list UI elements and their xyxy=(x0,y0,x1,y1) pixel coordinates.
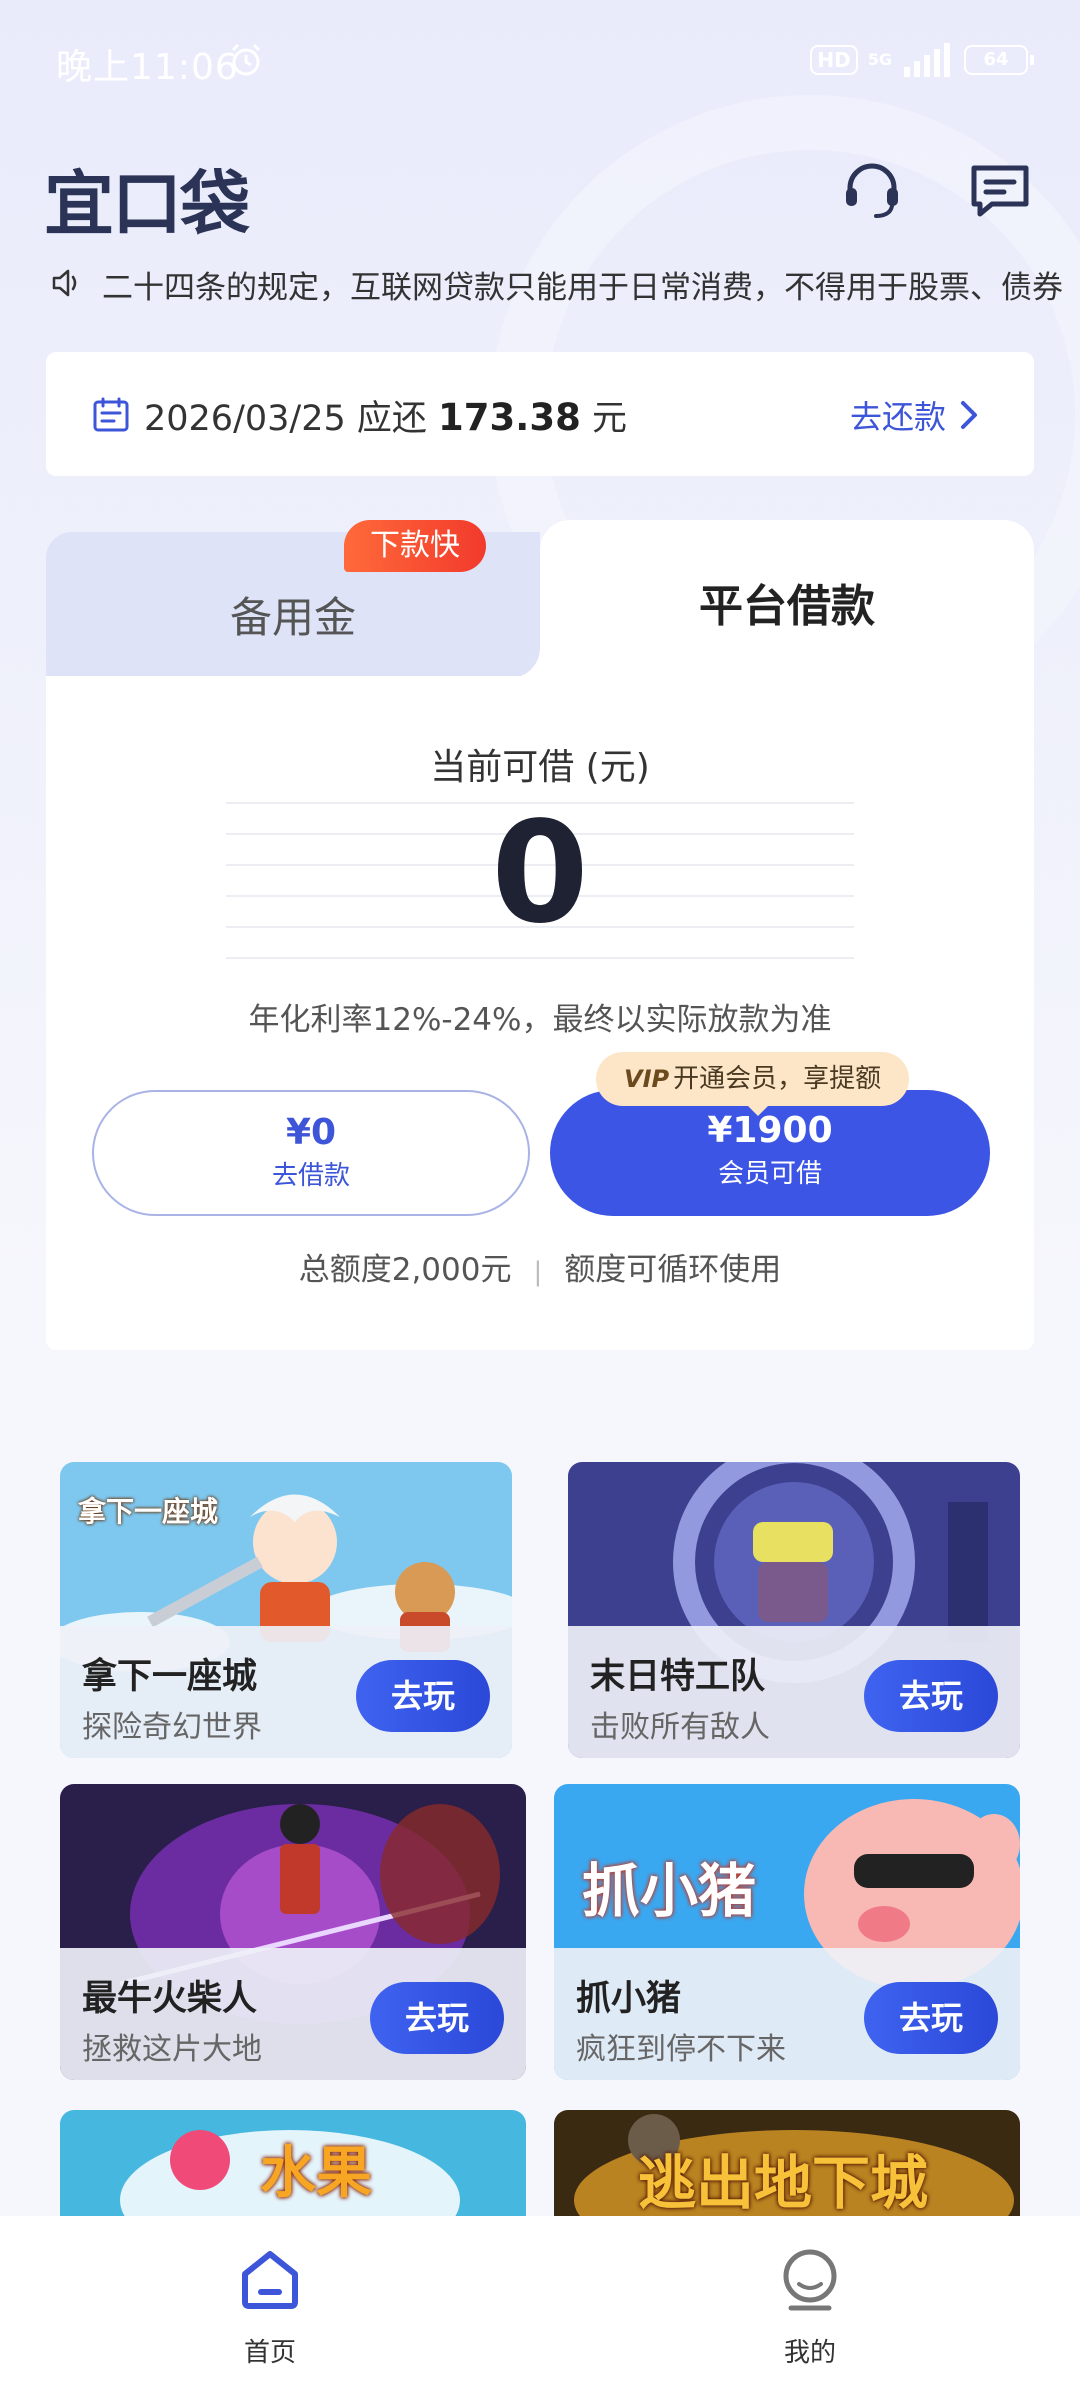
borrow-button[interactable]: ¥0 去借款 xyxy=(92,1090,530,1216)
quota-info: 总额度2,000元 | 额度可循环使用 xyxy=(46,1244,1034,1289)
nav-home-label: 首页 xyxy=(243,2338,296,2368)
alarm-icon xyxy=(231,43,261,76)
recurring-note: 额度可循环使用 xyxy=(564,1252,782,1288)
total-quota: 总额度2,000元 xyxy=(298,1252,512,1288)
repayment-summary: 2026/03/25 应还 173.38 元 xyxy=(144,390,627,441)
game-art-label: 拿下一座城 xyxy=(78,1495,219,1528)
battery-indicator: 64 xyxy=(964,45,1034,75)
notice-bar: 二十四条的规定，互联网贷款只能用于日常消费，不得用于股票、债券 xyxy=(50,258,1080,308)
game-title: 最牛火柴人 xyxy=(82,1979,258,2019)
bill-icon xyxy=(93,397,129,432)
game-subtitle: 疯狂到停不下来 xyxy=(576,2032,786,2067)
loan-card: 备用金 下款快 平台借款 当前可借 (元) 0 年化利率12%-24%，最终以实… xyxy=(46,520,1034,1350)
status-time: 晚上11:06 xyxy=(56,47,239,88)
loan-card-body: 平台借款 当前可借 (元) 0 年化利率12%-24%，最终以实际放款为准 ¥0… xyxy=(46,520,1034,1350)
loan-panel: 当前可借 (元) 0 年化利率12%-24%，最终以实际放款为准 ¥0 去借款 … xyxy=(46,676,1034,1350)
game-title: 抓小猪 xyxy=(576,1979,682,2019)
play-button[interactable]: 去玩 xyxy=(370,1982,504,2054)
repayment-card[interactable]: 2026/03/25 应还 173.38 元 去还款 xyxy=(46,352,1034,476)
available-label: 当前可借 (元) xyxy=(430,747,650,788)
quota-divider: | xyxy=(533,1257,543,1287)
member-borrow-button[interactable]: ¥1900 会员可借 xyxy=(550,1090,990,1216)
game-info: 最牛火柴人 拯救这片大地 去玩 xyxy=(60,1948,526,2080)
game-card[interactable]: 拿下一座城 拿下一座城 探险奇幻世界 去玩 xyxy=(60,1462,512,1758)
tab-platform-loan[interactable]: 平台借款 xyxy=(540,520,1034,680)
play-button[interactable]: 去玩 xyxy=(864,1660,998,1732)
interest-rate-note: 年化利率12%-24%，最终以实际放款为准 xyxy=(248,1002,832,1038)
message-icon[interactable] xyxy=(968,158,1032,222)
tab-platform-loan-label: 平台借款 xyxy=(699,581,875,632)
borrow-button-label: 去借款 xyxy=(271,1161,350,1191)
status-indicators: HD 5G 64 xyxy=(810,40,1034,80)
app-logo: 宜口袋 xyxy=(44,163,250,245)
member-button-amount: ¥1900 xyxy=(707,1110,833,1151)
game-info: 末日特工队 击败所有敌人 去玩 xyxy=(568,1626,1020,1758)
game-subtitle: 拯救这片大地 xyxy=(82,2032,262,2067)
game-title: 拿下一座城 xyxy=(82,1657,258,1697)
game-art-label: 抓小猪 xyxy=(582,1857,757,1925)
repay-link-label: 去还款 xyxy=(849,398,946,436)
notice-text: 二十四条的规定，互联网贷款只能用于日常消费，不得用于股票、债券 xyxy=(102,270,1063,306)
repayment-unit: 元 xyxy=(591,399,627,439)
member-button-label: 会员可借 xyxy=(717,1159,822,1189)
game-card[interactable]: 抓小猪 抓小猪 疯狂到停不下来 去玩 xyxy=(554,1784,1020,2080)
headset-icon[interactable] xyxy=(840,158,904,222)
nav-home[interactable]: 首页 xyxy=(190,2246,350,2369)
game-art-label: 水果 xyxy=(260,2141,372,2206)
game-info: 抓小猪 疯狂到停不下来 去玩 xyxy=(554,1948,1020,2080)
repayment-date: 2026/03/25 xyxy=(144,399,346,439)
borrow-button-amount: ¥0 xyxy=(285,1112,337,1153)
game-art-label: 逃出地下城 xyxy=(638,2149,929,2217)
nav-profile-label: 我的 xyxy=(783,2338,836,2368)
game-info: 拿下一座城 探险奇幻世界 去玩 xyxy=(60,1626,512,1758)
play-button[interactable]: 去玩 xyxy=(356,1660,490,1732)
speaker-icon xyxy=(52,269,77,297)
bottom-nav: 首页 我的 xyxy=(0,2216,1080,2400)
nav-profile[interactable]: 我的 xyxy=(730,2246,890,2369)
repayment-amount: 173.38 xyxy=(438,396,581,439)
network-type: 5G xyxy=(867,50,892,69)
home-icon xyxy=(242,2251,298,2309)
game-title: 末日特工队 xyxy=(590,1657,766,1697)
repayment-due-label: 应还 xyxy=(356,399,427,439)
game-card[interactable]: 最牛火柴人 拯救这片大地 去玩 xyxy=(60,1784,526,2080)
vip-tip-text: 开通会员，享提额 xyxy=(673,1064,882,1094)
available-amount: 0 xyxy=(491,792,589,955)
profile-icon xyxy=(783,2249,837,2311)
chevron-right-icon xyxy=(961,401,977,429)
tab-curve-decoration xyxy=(480,618,540,678)
hd-badge: HD xyxy=(810,45,858,75)
game-card[interactable]: 末日特工队 击败所有敌人 去玩 xyxy=(568,1462,1020,1758)
play-button[interactable]: 去玩 xyxy=(864,1982,998,2054)
repay-button[interactable]: 去还款 xyxy=(850,392,978,438)
vip-tip-bubble[interactable]: VIP 开通会员，享提额 xyxy=(596,1052,910,1116)
game-subtitle: 击败所有敌人 xyxy=(590,1710,770,1745)
game-subtitle: 探险奇幻世界 xyxy=(82,1710,262,1745)
status-bar: 晚上11:06 HD 5G 64 xyxy=(0,0,1080,120)
signal-icon xyxy=(904,43,950,77)
vip-icon: VIP xyxy=(624,1065,670,1093)
